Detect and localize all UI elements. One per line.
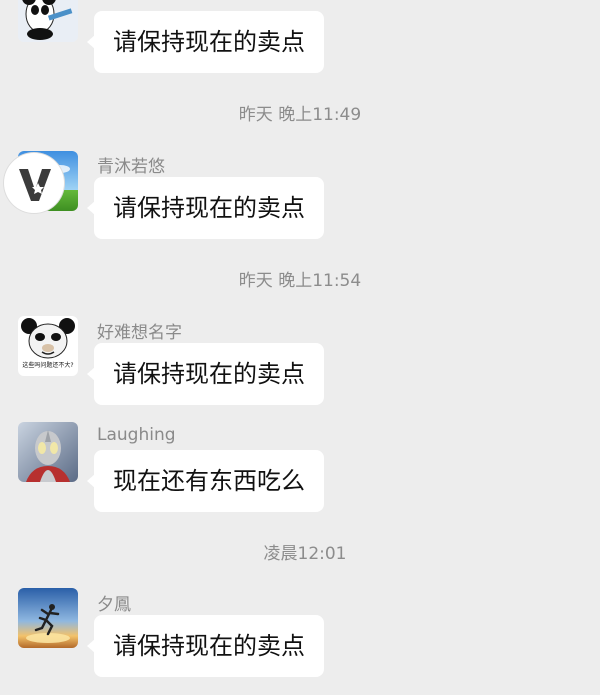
avatar-caption: 这些吗问题还不大? <box>22 362 74 369</box>
sender-name: 夕鳳 <box>97 595 131 615</box>
chat-history[interactable]: 请保持现在的卖点 昨天 晚上11:49 青沐若悠 请保持现在的卖点 昨天 晚上1… <box>0 0 600 695</box>
runner-sunset-avatar-icon[interactable] <box>18 588 78 648</box>
message-bubble[interactable]: 请保持现在的卖点 <box>87 615 324 677</box>
panda-meme-avatar-icon[interactable]: 这些吗问题还不大? <box>18 316 78 376</box>
timestamp: 凌晨12:01 <box>263 544 347 564</box>
ultraman-avatar-icon[interactable] <box>18 422 78 482</box>
sender-name: 好难想名字 <box>97 323 182 343</box>
verified-badge-icon <box>4 153 64 213</box>
message-bubble[interactable]: 现在还有东西吃么 <box>87 450 324 512</box>
message-bubble[interactable]: 请保持现在的卖点 <box>87 343 324 405</box>
message-bubble[interactable]: 请保持现在的卖点 <box>87 177 324 239</box>
message-bubble[interactable]: 请保持现在的卖点 <box>87 11 324 73</box>
sender-name: 青沐若悠 <box>97 157 165 177</box>
panda-avatar-icon[interactable] <box>18 0 78 42</box>
timestamp: 昨天 晚上11:49 <box>238 105 362 125</box>
timestamp: 昨天 晚上11:54 <box>238 271 362 291</box>
sender-name: Laughing <box>97 425 176 445</box>
